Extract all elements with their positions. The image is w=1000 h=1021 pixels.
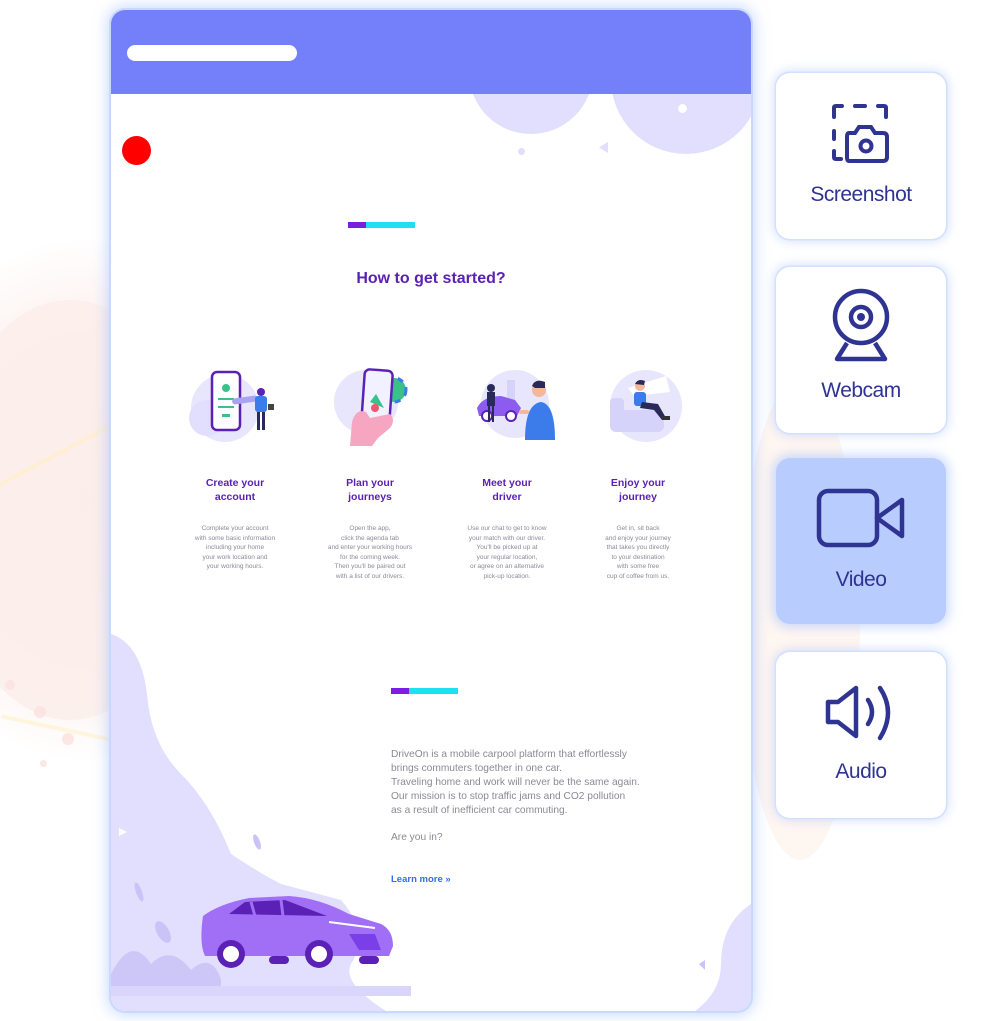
screenshot-button[interactable]: Screenshot <box>776 73 946 239</box>
step-title-text: Meet your driver <box>482 477 532 503</box>
about-text: DriveOn is a mobile carpool platform tha… <box>391 749 640 816</box>
webpage-content: How to get started? Create your account … <box>111 94 751 1011</box>
video-label: Video <box>835 568 887 591</box>
browser-window: How to get started? Create your account … <box>111 10 751 1011</box>
background-dot <box>40 760 47 767</box>
webcam-label: Webcam <box>821 379 901 402</box>
decor-circle <box>611 94 751 154</box>
decor-circle <box>469 94 593 134</box>
video-camera-icon <box>816 488 905 548</box>
phone-signup-illustration <box>185 362 285 446</box>
screenshot-camera-icon <box>832 104 889 163</box>
decor-dot <box>518 148 525 155</box>
driver-meeting-illustration <box>457 362 557 446</box>
step-title: Plan your journeys <box>305 476 435 504</box>
accent-bar <box>391 688 458 694</box>
webcam-icon <box>832 288 890 362</box>
audio-button[interactable]: Audio <box>776 652 946 818</box>
video-button[interactable]: Video <box>776 458 946 624</box>
cta-question: Are you in? <box>391 832 443 843</box>
step-description: Get in, sit back and enjoy your journey … <box>605 525 671 580</box>
step-title-text: Enjoy your journey <box>610 477 666 503</box>
relaxing-passenger-illustration <box>588 362 688 446</box>
background-dot <box>5 680 15 690</box>
step-description: Open the app, click the agenda tab and e… <box>327 525 413 580</box>
car-illustration <box>201 896 393 968</box>
learn-more-link[interactable]: Learn more » <box>391 874 451 885</box>
step-card: Meet your driver Use our chat to get to … <box>442 362 572 581</box>
audio-label: Audio <box>835 760 887 783</box>
background-dot <box>62 733 74 745</box>
section-title: How to get started? <box>356 270 506 287</box>
step-card: Enjoy your journey Get in, sit back and … <box>573 362 703 581</box>
step-description: Use our chat to get to know your match w… <box>467 525 547 580</box>
decor-triangle <box>599 142 608 153</box>
step-title-text: Plan your journeys <box>346 477 394 503</box>
step-title: Enjoy your journey <box>573 476 703 504</box>
recording-indicator <box>122 136 151 165</box>
step-title-text: Create your account <box>205 477 265 503</box>
webcam-button[interactable]: Webcam <box>776 267 946 433</box>
step-card: Plan your journeys Open the app, click t… <box>305 362 435 581</box>
url-bar[interactable] <box>127 45 297 61</box>
accent-bar <box>348 222 415 228</box>
step-title: Create your account <box>170 476 300 504</box>
decor-dot <box>678 104 687 113</box>
hand-phone-map-illustration <box>320 362 420 446</box>
speaker-icon <box>825 685 891 741</box>
browser-header <box>111 10 751 94</box>
background-dot <box>34 706 46 718</box>
step-description: Complete your account with some basic in… <box>194 525 276 570</box>
step-title: Meet your driver <box>442 476 572 504</box>
screenshot-label: Screenshot <box>810 183 912 206</box>
step-card: Create your account Complete your accoun… <box>170 362 300 572</box>
